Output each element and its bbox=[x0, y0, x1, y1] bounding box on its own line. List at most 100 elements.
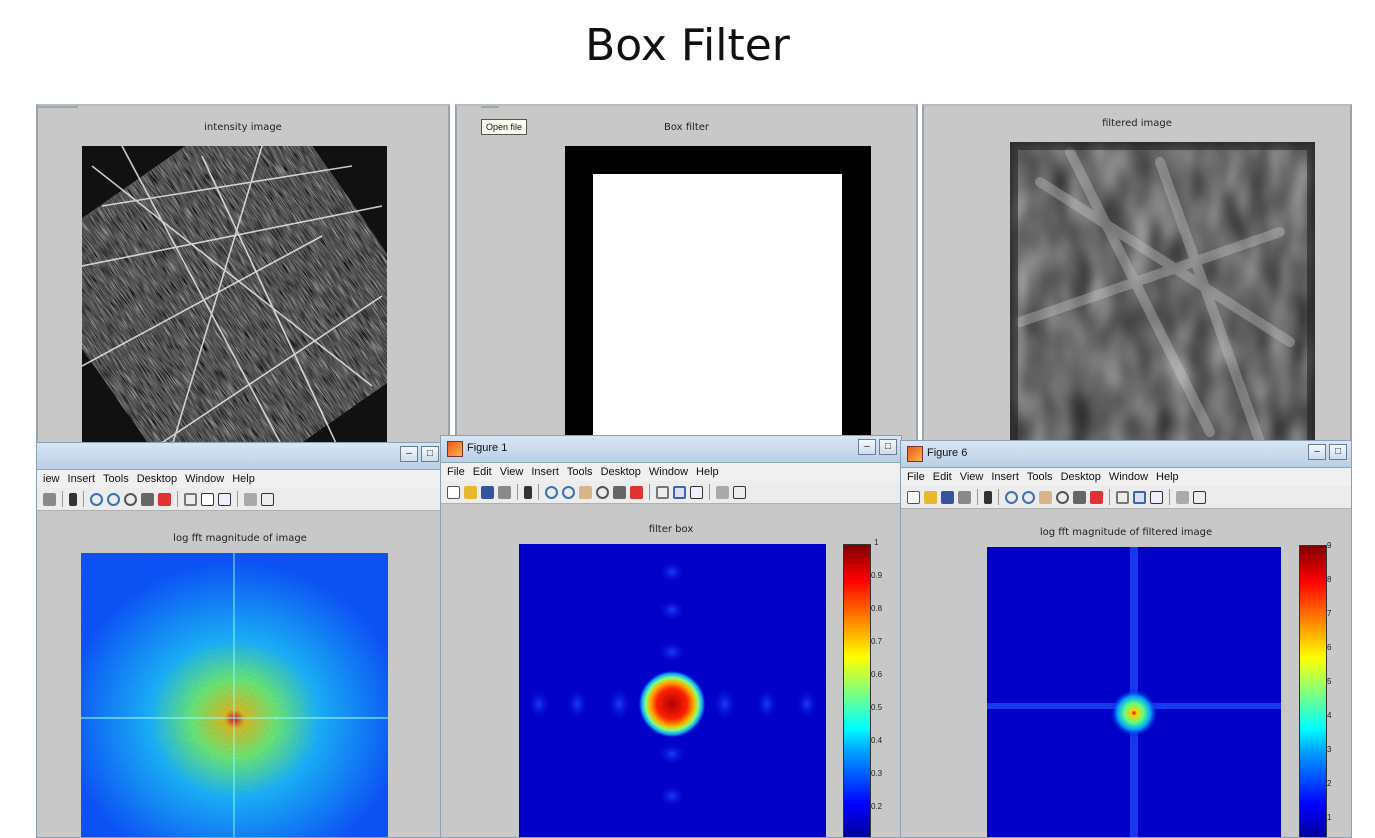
zoom-out-icon[interactable] bbox=[562, 485, 575, 499]
menu-file[interactable]: File bbox=[907, 471, 925, 483]
colorbar-icon[interactable] bbox=[201, 492, 214, 506]
minimize-button[interactable]: – bbox=[1308, 444, 1326, 460]
filtered-image bbox=[1010, 142, 1315, 454]
pan-icon[interactable] bbox=[579, 485, 592, 499]
open-folder-icon[interactable] bbox=[464, 485, 477, 499]
plot-title: log fft magnitude of image bbox=[173, 533, 307, 544]
menu-desktop[interactable]: Desktop bbox=[601, 466, 641, 478]
link-icon[interactable] bbox=[656, 485, 669, 499]
pointer-icon[interactable] bbox=[984, 490, 992, 504]
plot-title: filter box bbox=[648, 524, 694, 535]
menu-view[interactable]: View bbox=[960, 471, 984, 483]
colorbar-icon[interactable] bbox=[673, 485, 686, 499]
filtered-fft-magnitude-image bbox=[987, 547, 1281, 837]
toolbar-separator bbox=[83, 491, 84, 507]
colorbar-tick: 0.4 bbox=[871, 736, 883, 745]
legend-icon[interactable] bbox=[690, 485, 703, 499]
open-folder-icon[interactable] bbox=[924, 490, 937, 504]
colorbar bbox=[1299, 545, 1327, 837]
zoom-out-icon[interactable] bbox=[1022, 490, 1035, 504]
zoom-out-icon[interactable] bbox=[107, 492, 120, 506]
colorbar-tick: 0.2 bbox=[871, 802, 883, 811]
menu-view[interactable]: iew bbox=[43, 473, 60, 485]
colorbar-tick: 0.7 bbox=[871, 637, 883, 646]
menu-insert[interactable]: Insert bbox=[531, 466, 559, 478]
toolbar bbox=[37, 488, 443, 511]
legend-icon[interactable] bbox=[218, 492, 231, 506]
brush-icon[interactable] bbox=[1090, 490, 1103, 504]
hide-plot-icon[interactable] bbox=[244, 492, 257, 506]
rotate-icon[interactable] bbox=[1056, 490, 1069, 504]
pointer-icon[interactable] bbox=[69, 492, 77, 506]
filter-box-spectrum-image bbox=[519, 544, 826, 837]
menu-window[interactable]: Window bbox=[649, 466, 688, 478]
colorbar-tick: 0.3 bbox=[871, 769, 883, 778]
colorbar-tick: 2 bbox=[1327, 779, 1332, 788]
new-file-icon[interactable] bbox=[907, 490, 920, 504]
toolbar-separator bbox=[1109, 489, 1110, 505]
hide-plot-icon[interactable] bbox=[716, 485, 729, 499]
menu-insert[interactable]: Insert bbox=[68, 473, 96, 485]
menu-tools[interactable]: Tools bbox=[1027, 471, 1053, 483]
maximize-button[interactable]: □ bbox=[1329, 444, 1347, 460]
figure-intensity-image: intensity image bbox=[36, 104, 450, 454]
colorbar-tick: 0.6 bbox=[871, 670, 883, 679]
data-cursor-icon[interactable] bbox=[141, 492, 154, 506]
window-titlebar[interactable]: – □ bbox=[37, 443, 443, 470]
maximize-button[interactable]: □ bbox=[421, 446, 439, 462]
menu-window[interactable]: Window bbox=[185, 473, 224, 485]
minimize-button[interactable]: – bbox=[400, 446, 418, 462]
pointer-icon[interactable] bbox=[524, 485, 532, 499]
menu-view[interactable]: View bbox=[500, 466, 524, 478]
menu-desktop[interactable]: Desktop bbox=[1061, 471, 1101, 483]
print-icon[interactable] bbox=[498, 485, 511, 499]
link-icon[interactable] bbox=[1116, 490, 1129, 504]
print-icon[interactable] bbox=[958, 490, 971, 504]
colorbar-tick: 0.9 bbox=[871, 571, 883, 580]
save-icon[interactable] bbox=[481, 485, 494, 499]
figure-box-filter: Open file Box filter bbox=[455, 104, 918, 454]
show-plot-icon[interactable] bbox=[733, 485, 746, 499]
legend-icon[interactable] bbox=[1150, 490, 1163, 504]
toolbar-separator bbox=[649, 484, 650, 500]
show-plot-icon[interactable] bbox=[261, 492, 274, 506]
rotate-icon[interactable] bbox=[596, 485, 609, 499]
figure-window-1: Figure 1 – □ File Edit View Insert Tools… bbox=[440, 435, 902, 838]
menu-help[interactable]: Help bbox=[696, 466, 719, 478]
menubar: File Edit View Insert Tools Desktop Wind… bbox=[441, 463, 901, 481]
menubar: File Edit View Insert Tools Desktop Wind… bbox=[901, 468, 1351, 486]
menu-edit[interactable]: Edit bbox=[473, 466, 492, 478]
print-icon[interactable] bbox=[43, 492, 56, 506]
zoom-in-icon[interactable] bbox=[90, 492, 103, 506]
show-plot-icon[interactable] bbox=[1193, 490, 1206, 504]
zoom-in-icon[interactable] bbox=[1005, 490, 1018, 504]
menu-edit[interactable]: Edit bbox=[933, 471, 952, 483]
brush-icon[interactable] bbox=[158, 492, 171, 506]
menu-window[interactable]: Window bbox=[1109, 471, 1148, 483]
link-icon[interactable] bbox=[184, 492, 197, 506]
menu-help[interactable]: Help bbox=[232, 473, 255, 485]
colorbar-tick: 7 bbox=[1327, 609, 1332, 618]
data-cursor-icon[interactable] bbox=[1073, 490, 1086, 504]
menu-file[interactable]: File bbox=[447, 466, 465, 478]
minimize-button[interactable]: – bbox=[858, 439, 876, 455]
menu-desktop[interactable]: Desktop bbox=[137, 473, 177, 485]
window-titlebar[interactable]: Figure 1 – □ bbox=[441, 436, 901, 463]
colorbar-icon[interactable] bbox=[1133, 490, 1146, 504]
zoom-in-icon[interactable] bbox=[545, 485, 558, 499]
pan-icon[interactable] bbox=[1039, 490, 1052, 504]
maximize-button[interactable]: □ bbox=[879, 439, 897, 455]
save-icon[interactable] bbox=[941, 490, 954, 504]
toolbar bbox=[441, 481, 901, 504]
hide-plot-icon[interactable] bbox=[1176, 490, 1189, 504]
new-file-icon[interactable] bbox=[447, 485, 460, 499]
window-titlebar[interactable]: Figure 6 – □ bbox=[901, 441, 1351, 468]
menu-tools[interactable]: Tools bbox=[567, 466, 593, 478]
rotate-icon[interactable] bbox=[124, 492, 137, 506]
brush-icon[interactable] bbox=[630, 485, 643, 499]
menu-help[interactable]: Help bbox=[1156, 471, 1179, 483]
data-cursor-icon[interactable] bbox=[613, 485, 626, 499]
colorbar-tick: 1 bbox=[1327, 813, 1332, 822]
menu-tools[interactable]: Tools bbox=[103, 473, 129, 485]
menu-insert[interactable]: Insert bbox=[991, 471, 1019, 483]
